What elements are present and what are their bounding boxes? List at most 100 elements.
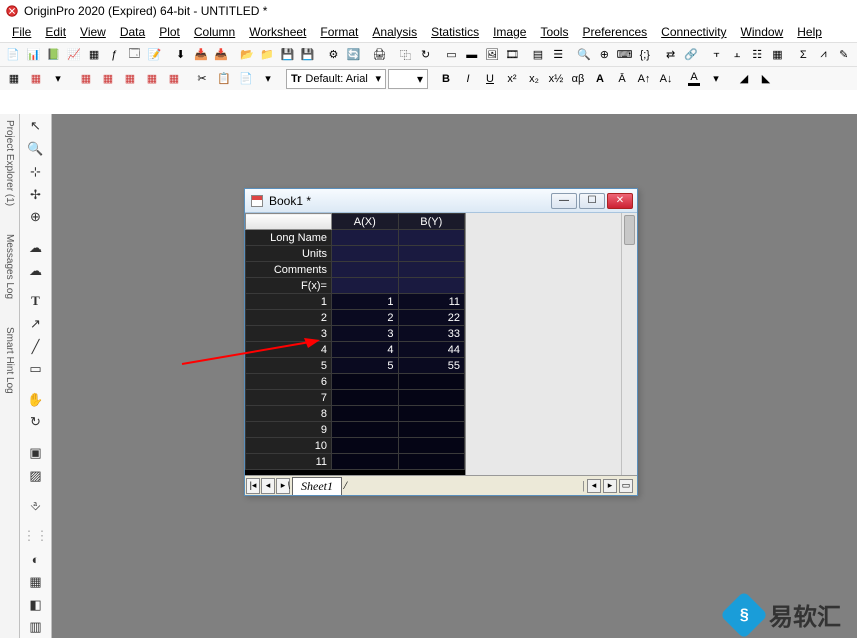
refresh-icon[interactable]: ↻ [417,45,435,65]
batch-icon[interactable]: ⚙ [324,45,342,65]
code-icon[interactable]: ⌨ [615,45,633,65]
cut-icon[interactable]: ✂ [192,69,212,89]
row-label-fx[interactable]: F(x)= [246,278,332,294]
close-button[interactable]: ✕ [607,193,633,209]
scrollbar-thumb[interactable] [624,215,635,245]
project-explorer-tab[interactable]: Project Explorer (1) [2,118,17,208]
hscroll-left[interactable]: ◂ [587,479,601,493]
draw-data-icon[interactable]: ☁ [25,237,47,258]
col-header-a[interactable]: A(X) [332,214,399,230]
cell[interactable] [398,262,465,278]
hscroll-right[interactable]: ▸ [603,479,617,493]
cell[interactable]: 2 [332,310,399,326]
save-template-icon[interactable]: 💾 [299,45,317,65]
col-header-b[interactable]: B(Y) [398,214,465,230]
cell[interactable] [398,374,465,390]
import-wizard-icon[interactable]: ⬇ [171,45,189,65]
menu-data[interactable]: Data [114,23,151,41]
new-notes-icon[interactable]: 📝 [146,45,164,65]
row-num[interactable]: 5 [246,358,332,374]
hscroll-splitter[interactable]: | [582,480,585,492]
sheet-tab[interactable]: Sheet1 [292,477,342,495]
color-drop-icon[interactable]: ▾ [706,69,726,89]
underline-icon[interactable]: U [480,69,500,89]
font-color-icon[interactable]: A [684,69,704,89]
hscroll-end[interactable]: ▭ [619,479,633,493]
menu-window[interactable]: Window [735,23,790,41]
image-icon[interactable]: 🖼 [483,45,501,65]
col-add-icon[interactable]: ⫟ [708,45,726,65]
new-project-icon[interactable]: 📄 [4,45,22,65]
row-num[interactable]: 9 [246,422,332,438]
window-2-icon[interactable]: ▬ [463,45,481,65]
workbook-titlebar[interactable]: Book1 * — ☐ ✕ [245,189,637,213]
cell[interactable]: 44 [398,342,465,358]
col-z-icon[interactable]: ▦ [164,69,184,89]
fit-icon[interactable]: ✎ [835,45,853,65]
cell[interactable]: 55 [398,358,465,374]
cell[interactable] [398,390,465,406]
cell[interactable] [332,230,399,246]
new-layout-icon[interactable]: 🗔 [125,45,143,65]
mask-icon[interactable]: ☁ [25,260,47,281]
cell[interactable] [332,278,399,294]
copy-icon[interactable]: 📋 [214,69,234,89]
misc-2-icon[interactable]: ◣ [756,69,776,89]
new-graph-icon[interactable]: 📈 [65,45,83,65]
print-icon[interactable]: 🖨 [370,45,388,65]
vertical-scrollbar[interactable] [621,213,637,475]
cell[interactable] [398,406,465,422]
import-multi-icon[interactable]: 📥 [212,45,230,65]
menu-edit[interactable]: Edit [39,23,72,41]
row-num[interactable]: 7 [246,390,332,406]
grid-corner[interactable] [246,214,332,230]
row-num[interactable]: 4 [246,342,332,358]
col-x-icon[interactable]: ▦ [120,69,140,89]
line-icon[interactable]: ╱ [25,336,47,357]
cell[interactable] [332,454,399,470]
transfer-icon[interactable]: ⇄ [662,45,680,65]
script-icon[interactable]: {;} [636,45,654,65]
insert-icon[interactable]: ⎀ [25,496,47,517]
cell[interactable] [332,246,399,262]
cell[interactable] [332,438,399,454]
new-func-icon[interactable]: ƒ [105,45,123,65]
region2-icon[interactable]: ▨ [25,465,47,486]
window-1-icon[interactable]: ▭ [442,45,460,65]
new-workbook-icon[interactable]: 📊 [24,45,42,65]
wb-red-icon[interactable]: ▦ [26,69,46,89]
cell[interactable]: 33 [398,326,465,342]
wb-plain-icon[interactable]: ▦ [4,69,24,89]
paste-drop-icon[interactable]: ▾ [258,69,278,89]
menu-worksheet[interactable]: Worksheet [243,23,312,41]
pan-icon[interactable]: ✋ [25,389,47,410]
menu-tools[interactable]: Tools [534,23,574,41]
save-icon[interactable]: 💾 [278,45,296,65]
menu-image[interactable]: Image [487,23,532,41]
menu-view[interactable]: View [74,23,112,41]
region-icon[interactable]: ▣ [25,442,47,463]
menu-plot[interactable]: Plot [153,23,186,41]
layout-icon[interactable]: ☰ [549,45,567,65]
cell[interactable] [398,246,465,262]
zoom-icon[interactable]: 🔍 [575,45,593,65]
cell[interactable] [332,262,399,278]
row-stat-icon[interactable]: ▦ [768,45,786,65]
cell[interactable] [398,454,465,470]
arrow-icon[interactable]: ↗ [25,313,47,334]
row-num[interactable]: 11 [246,454,332,470]
row-num[interactable]: 3 [246,326,332,342]
zoom-tool-icon[interactable]: 🔍 [25,139,47,160]
sort-asc-icon[interactable]: ▦ [76,69,96,89]
open-icon[interactable]: 📂 [238,45,256,65]
row-label-longname[interactable]: Long Name [246,230,332,246]
film-icon[interactable]: 🎞 [503,45,521,65]
new-excel-icon[interactable]: 📗 [44,45,62,65]
link-icon[interactable]: 🔗 [682,45,700,65]
menu-preferences[interactable]: Preferences [576,23,653,41]
messages-log-tab[interactable]: Messages Log [2,232,17,301]
col-y-icon[interactable]: ▦ [142,69,162,89]
smart-hint-tab[interactable]: Smart Hint Log [2,325,17,396]
tool-d-icon[interactable]: ▥ [25,617,47,638]
cell[interactable] [398,230,465,246]
